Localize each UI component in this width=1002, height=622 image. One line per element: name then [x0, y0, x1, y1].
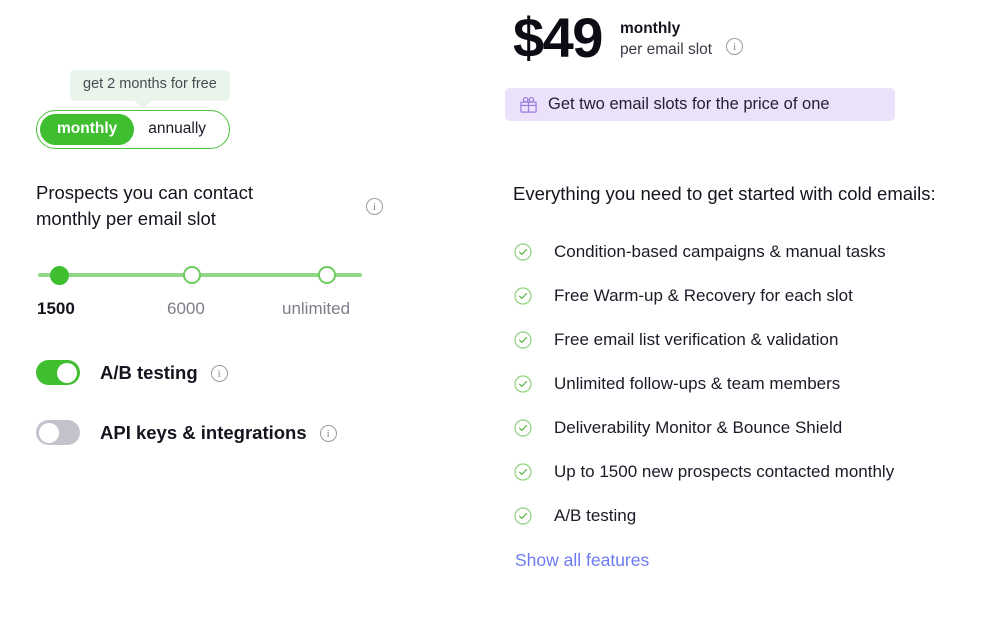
prospects-title: Prospects you can contact monthly per ema… [36, 180, 336, 231]
slider-label-6000[interactable]: 6000 [167, 299, 205, 319]
check-circle-icon [514, 287, 532, 305]
feature-label: Condition-based campaigns & manual tasks [554, 242, 886, 261]
switch-row-api-keys: API keys & integrations [36, 420, 337, 445]
check-circle-icon [514, 331, 532, 349]
pricing-configurator: get 2 months for free monthly annually P… [0, 0, 1002, 622]
promo-banner: Get two email slots for the price of one [505, 88, 895, 121]
feature-label: Up to 1500 new prospects contacted month… [554, 462, 895, 481]
check-circle-icon [514, 463, 532, 481]
toggle-knob [39, 422, 59, 443]
toggle-knob [57, 362, 77, 383]
slider-handle-1500[interactable] [50, 266, 69, 285]
feature-item: Up to 1500 new prospects contacted month… [514, 450, 994, 494]
features-list: Condition-based campaigns & manual tasks… [514, 230, 994, 538]
price-unit: per email slot [619, 40, 713, 58]
toggle-api-keys[interactable] [36, 420, 80, 445]
feature-label: A/B testing [554, 506, 637, 525]
toggle-ab-testing[interactable] [36, 360, 80, 385]
feature-item: Free Warm-up & Recovery for each slot [514, 274, 994, 318]
feature-item: A/B testing [514, 494, 994, 538]
feature-item: Deliverability Monitor & Bounce Shield [514, 406, 994, 450]
price-info-icon[interactable] [726, 37, 744, 55]
check-circle-icon [514, 375, 532, 393]
price-block: $49 monthly per email slot [513, 6, 744, 69]
toggle-label-api-keys: API keys & integrations [100, 421, 307, 443]
feature-label: Free Warm-up & Recovery for each slot [554, 286, 853, 305]
gift-icon [519, 95, 538, 114]
check-circle-icon [514, 243, 532, 261]
prospects-section-header: Prospects you can contact monthly per ema… [36, 180, 436, 231]
feature-label: Unlimited follow-ups & team members [554, 374, 841, 393]
switch-row-ab-testing: A/B testing [36, 360, 228, 385]
slider-label-unlimited[interactable]: unlimited [282, 299, 350, 319]
billing-period-toggle[interactable]: monthly annually [36, 110, 231, 149]
feature-item: Condition-based campaigns & manual tasks [514, 230, 994, 274]
price-meta: monthly per email slot [620, 19, 712, 60]
prospects-title-line1: Prospects you can contact [36, 182, 253, 203]
prospects-title-line2: monthly per email slot [36, 207, 216, 229]
features-heading: Everything you need to get started with … [513, 183, 936, 204]
feature-label: Deliverability Monitor & Bounce Shield [554, 418, 843, 437]
billing-option-annually[interactable]: annually [134, 114, 226, 145]
check-circle-icon [514, 419, 532, 437]
promo-tooltip-text: get 2 months for free [83, 76, 217, 92]
feature-item: Free email list verification & validatio… [514, 318, 994, 362]
slider-label-1500[interactable]: 1500 [37, 299, 75, 319]
promo-banner-text: Get two email slots for the price of one [548, 95, 830, 113]
api-keys-info-icon[interactable] [319, 425, 337, 442]
price-period: monthly [619, 20, 681, 38]
feature-label: Free email list verification & validatio… [554, 330, 839, 349]
slider-labels: 1500 6000 unlimited [36, 299, 376, 323]
feature-item: Unlimited follow-ups & team members [514, 362, 994, 406]
slider-stop-6000[interactable] [183, 266, 201, 284]
show-all-features-link[interactable]: Show all features [515, 550, 649, 571]
billing-option-monthly[interactable]: monthly [40, 114, 135, 145]
slider-stop-unlimited[interactable] [318, 266, 336, 284]
promo-tooltip-bubble: get 2 months for free [70, 70, 230, 109]
check-circle-icon [514, 507, 532, 525]
prospects-info-icon[interactable] [366, 198, 383, 215]
tooltip-tail [134, 99, 152, 109]
price-amount: $49 [513, 6, 603, 69]
toggle-label-ab-testing: A/B testing [100, 361, 198, 383]
ab-testing-info-icon[interactable] [210, 365, 228, 382]
